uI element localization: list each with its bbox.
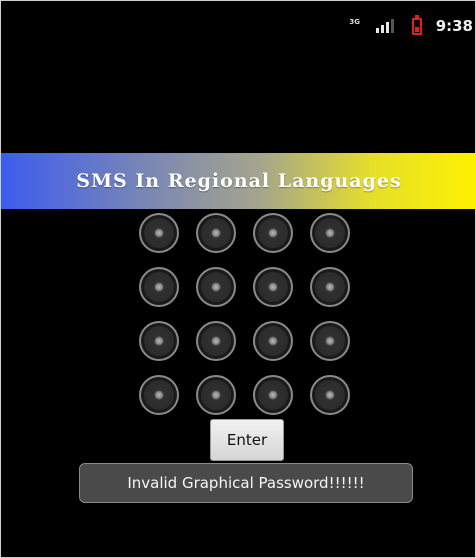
password-dot-3-3[interactable] [253,321,293,361]
password-dot-2-4[interactable] [310,267,350,307]
error-toast: Invalid Graphical Password!!!!!! [79,463,413,503]
status-time: 9:38 [435,17,473,35]
network-type-icon: 3G [349,18,360,26]
signal-strength-icon [375,19,398,33]
password-dot-4-2[interactable] [196,375,236,415]
enter-button[interactable]: Enter [210,419,284,461]
title-banner: SMS In Regional Languages [1,153,476,209]
app-title: SMS In Regional Languages [76,170,402,192]
password-dot-4-1[interactable] [139,375,179,415]
password-dot-1-2[interactable] [196,213,236,253]
status-bar: 3G 9:38 [348,11,475,41]
password-dot-2-2[interactable] [196,267,236,307]
toast-message: Invalid Graphical Password!!!!!! [127,474,365,492]
password-dot-3-4[interactable] [310,321,350,361]
password-dot-3-1[interactable] [139,321,179,361]
password-dot-1-3[interactable] [253,213,293,253]
password-dot-1-1[interactable] [139,213,179,253]
password-dot-1-4[interactable] [310,213,350,253]
graphical-password-grid [139,213,359,415]
password-dot-3-2[interactable] [196,321,236,361]
password-dot-2-1[interactable] [139,267,179,307]
battery-low-icon [411,14,422,35]
password-dot-4-3[interactable] [253,375,293,415]
password-dot-2-3[interactable] [253,267,293,307]
password-dot-4-4[interactable] [310,375,350,415]
app-screen: 3G 9:38 SMS In Regional Languages Enter … [0,0,476,558]
